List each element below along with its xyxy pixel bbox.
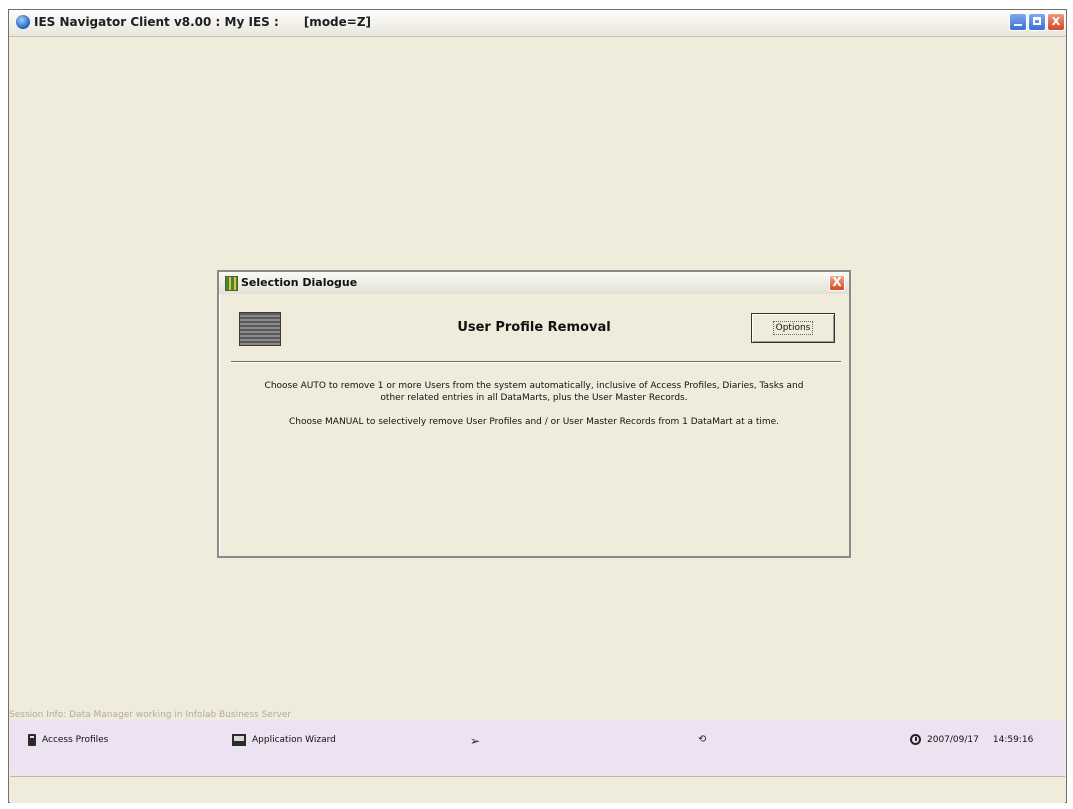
minimize-button[interactable]: [1009, 13, 1027, 31]
application-wizard-shortcut[interactable]: Application Wizard: [232, 734, 336, 746]
forward-shortcut[interactable]: ➢: [470, 734, 480, 748]
dialog-divider: [231, 361, 841, 363]
selection-dialog: Selection Dialogue X User Profile Remova…: [217, 270, 851, 558]
close-button[interactable]: X: [1047, 13, 1065, 31]
refresh-icon: ⟲: [698, 734, 707, 745]
app-globe-icon: [16, 15, 30, 29]
title-bar[interactable]: IES Navigator Client v8.00 : My IES : [m…: [9, 10, 1066, 37]
dialog-body: Choose AUTO to remove 1 or more Users fr…: [259, 380, 809, 440]
status-bar: Access Profiles Application Wizard ➢ ⟲ 2…: [10, 720, 1065, 775]
application-wizard-label: Application Wizard: [252, 735, 336, 745]
dialog-title-bar[interactable]: Selection Dialogue X: [219, 272, 849, 294]
clock-icon: [910, 734, 921, 745]
maximize-icon: [1033, 17, 1041, 25]
close-icon: X: [832, 275, 842, 289]
bottom-bar: [10, 776, 1065, 803]
access-profiles-shortcut[interactable]: Access Profiles: [28, 734, 108, 746]
refresh-shortcut[interactable]: ⟲: [698, 734, 706, 745]
maximize-button[interactable]: [1028, 13, 1046, 31]
options-button[interactable]: Options: [751, 313, 835, 343]
session-info: Session Info: Data Manager working in In…: [9, 710, 292, 720]
clock-display: 2007/09/17 14:59:16: [910, 734, 1033, 745]
minimize-icon: [1014, 24, 1022, 26]
dialog-close-button[interactable]: X: [829, 275, 845, 291]
main-window: IES Navigator Client v8.00 : My IES : [m…: [8, 9, 1067, 803]
close-icon: X: [1051, 15, 1061, 28]
wizard-icon: [232, 734, 246, 746]
access-profiles-label: Access Profiles: [42, 735, 109, 745]
status-date: 2007/09/17: [927, 734, 979, 745]
options-button-label: Options: [772, 321, 814, 335]
dialog-app-icon: [225, 276, 238, 291]
dialog-paragraph-manual: Choose MANUAL to selectively remove User…: [288, 417, 780, 427]
dialog-title: Selection Dialogue: [241, 276, 358, 289]
window-title: IES Navigator Client v8.00 : My IES : [m…: [34, 15, 372, 29]
dialog-paragraph-auto: Choose AUTO to remove 1 or more Users fr…: [264, 381, 804, 403]
status-time: 14:59:16: [992, 734, 1034, 745]
forward-arrow-icon: ➢: [470, 734, 481, 748]
book-icon: [28, 734, 36, 746]
